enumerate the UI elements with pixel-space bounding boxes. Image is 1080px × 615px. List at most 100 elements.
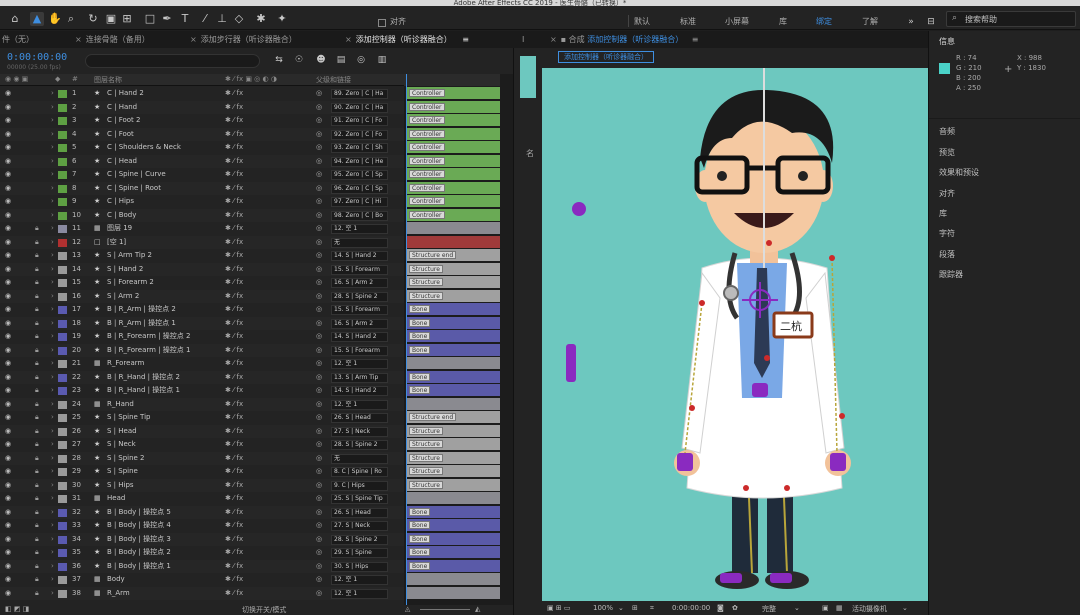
layer-duration-bar[interactable]: Structure [406, 424, 500, 437]
parent-dropdown[interactable]: 12. 空 1 [331, 359, 388, 369]
layer-duration-bar[interactable]: Controller [406, 100, 500, 113]
layer-duration-bar[interactable]: Bone [406, 330, 500, 342]
layer-name[interactable]: Head [107, 492, 219, 506]
expand-chevron-icon[interactable]: › [51, 357, 54, 371]
layer-switches[interactable]: ✱ ⁄ fx [225, 101, 243, 115]
label-color-swatch[interactable] [58, 144, 67, 152]
layer-duration-bar[interactable]: Structure [406, 289, 500, 302]
expand-chevron-icon[interactable]: › [51, 560, 54, 574]
layer-search-input[interactable] [85, 54, 260, 68]
label-color-swatch[interactable] [58, 360, 67, 368]
workspace-rigging[interactable]: 绑定 [816, 16, 832, 27]
expand-chevron-icon[interactable]: › [51, 303, 54, 317]
zoom-out-icon[interactable]: ◬ [405, 605, 410, 613]
resolution-quality[interactable]: 完整 [762, 604, 776, 614]
resolution-chevron-icon[interactable]: ⌄ [794, 604, 800, 612]
zoom-in-icon[interactable]: ◭ [475, 605, 480, 613]
expand-chevron-icon[interactable]: › [51, 587, 54, 601]
pick-whip-icon[interactable]: ◎ [316, 398, 322, 412]
type-tool-icon[interactable]: T [178, 12, 192, 26]
expand-chevron-icon[interactable]: › [51, 452, 54, 466]
layer-duration-bar[interactable]: Structure [406, 465, 500, 477]
expand-chevron-icon[interactable]: › [51, 344, 54, 358]
label-color-swatch[interactable] [58, 90, 67, 98]
layer-switches[interactable]: ✱ ⁄ fx [225, 182, 243, 196]
camera-chevron-icon[interactable]: ⌄ [902, 604, 908, 612]
lock-icon[interactable]: 🔒︎ [35, 506, 39, 520]
label-color-swatch[interactable] [58, 481, 67, 490]
layer-switches[interactable]: ✱ ⁄ fx [225, 114, 243, 128]
layer-name[interactable]: S | Arm Tip 2 [107, 249, 219, 263]
expand-chevron-icon[interactable]: › [51, 182, 54, 196]
lock-icon[interactable]: 🔒︎ [35, 425, 39, 439]
expand-chevron-icon[interactable]: › [51, 330, 54, 344]
expand-chevron-icon[interactable]: › [51, 101, 54, 115]
visibility-eye-icon[interactable]: ◉ [5, 317, 13, 331]
label-color-swatch[interactable] [58, 454, 67, 463]
spine-pin-icon[interactable] [764, 355, 770, 361]
layer-duration-bar[interactable]: Structure [406, 262, 500, 275]
label-color-swatch[interactable] [58, 103, 67, 112]
parent-dropdown[interactable]: 94. Zero | C | He [331, 156, 388, 167]
layer-name[interactable]: C | Spine | Root [107, 182, 219, 196]
left-foot-controller-icon[interactable] [720, 573, 742, 583]
expand-chevron-icon[interactable]: › [51, 276, 54, 290]
pick-whip-icon[interactable]: ◎ [316, 303, 322, 317]
parent-dropdown[interactable]: 28. S | Spine 2 [331, 440, 388, 450]
layer-duration-bar[interactable]: Structure [406, 438, 500, 450]
expand-chevron-icon[interactable]: › [51, 290, 54, 304]
layer-name[interactable]: C | Shoulders & Neck [107, 141, 219, 155]
visibility-eye-icon[interactable]: ◉ [5, 546, 13, 560]
expand-chevron-icon[interactable]: › [51, 155, 54, 169]
expand-chevron-icon[interactable]: › [51, 492, 54, 506]
label-color-swatch[interactable] [58, 211, 67, 220]
layer-row[interactable]: ◉ 🔒︎ › 27 ★ S | Neck ✱ ⁄ fx ◎ 28. S | Spine 2 [0, 438, 404, 452]
layer-switches[interactable]: ✱ ⁄ fx [225, 141, 243, 155]
label-color-swatch[interactable] [58, 346, 67, 355]
parent-dropdown[interactable]: 15. S | Forearm [331, 305, 388, 315]
expand-chevron-icon[interactable]: › [51, 168, 54, 182]
lock-icon[interactable]: 🔒︎ [35, 371, 39, 385]
expand-chevron-icon[interactable]: › [51, 263, 54, 277]
label-color-swatch[interactable] [58, 495, 67, 503]
close-icon[interactable]: × [550, 35, 557, 44]
label-color-swatch[interactable] [58, 387, 67, 395]
pen-tool-icon[interactable]: ✒ [160, 12, 174, 26]
pick-whip-icon[interactable]: ◎ [316, 411, 322, 425]
layer-name[interactable]: B | R_Hand | 操控点 1 [107, 384, 219, 398]
pick-whip-icon[interactable]: ◎ [316, 276, 322, 290]
label-color-swatch[interactable] [58, 535, 67, 544]
layer-duration-bar[interactable]: Bone [406, 384, 500, 396]
panel-preview[interactable]: 预览 [939, 147, 955, 158]
layer-name[interactable]: C | Foot [107, 128, 219, 142]
pick-whip-icon[interactable]: ◎ [316, 560, 322, 574]
lock-icon[interactable]: 🔒︎ [35, 330, 39, 344]
parent-dropdown[interactable]: 12. 空 1 [331, 224, 388, 234]
label-color-swatch[interactable] [58, 549, 67, 557]
parent-dropdown[interactable]: 14. S | Hand 2 [331, 332, 388, 342]
panel-tracker[interactable]: 跟踪器 [939, 269, 963, 280]
menu-icon[interactable]: ≡ [462, 35, 469, 44]
layer-switches[interactable]: ✱ ⁄ fx [225, 587, 243, 601]
layer-duration-bar[interactable]: Bone [406, 316, 500, 329]
workspace-menu-icon[interactable]: » [904, 15, 918, 29]
layer-row[interactable]: ◉ 🔒︎ › 31 ▦ Head ✱ ⁄ fx ◎ 25. S | Spine Tip [0, 492, 404, 506]
search-help-field[interactable]: ⌕ 搜索帮助 [946, 11, 1076, 27]
layer-row[interactable]: ◉ 🔒︎ › 15 ★ S | Forearm 2 ✱ ⁄ fx ◎ 16. S | Arm 2 [0, 276, 404, 290]
label-color-swatch[interactable] [58, 265, 67, 274]
layer-switches[interactable]: ✱ ⁄ fx [225, 168, 243, 182]
zoom-slider[interactable] [420, 609, 470, 610]
head-controller-icon[interactable] [572, 202, 586, 216]
layer-name[interactable]: B | R_Forearm | 操控点 2 [107, 330, 219, 344]
layer-switches[interactable]: ✱ ⁄ fx [225, 573, 243, 587]
label-color-swatch[interactable] [58, 292, 67, 301]
layer-row[interactable]: ◉ 🔒︎ › 32 ★ B | Body | 操控点 5 ✱ ⁄ fx ◎ 26. S | He… [0, 505, 404, 520]
hand-tool-icon[interactable]: ✋ [48, 12, 62, 26]
visibility-eye-icon[interactable]: ◉ [5, 236, 13, 250]
label-color-swatch[interactable] [58, 589, 67, 598]
expand-chevron-icon[interactable]: › [51, 411, 54, 425]
neck-pin-icon[interactable] [766, 240, 772, 246]
layer-name[interactable]: B | R_Arm | 操控点 2 [107, 303, 219, 317]
expand-chevron-icon[interactable]: › [51, 114, 54, 128]
layer-name[interactable]: B | Body | 操控点 1 [107, 560, 219, 574]
